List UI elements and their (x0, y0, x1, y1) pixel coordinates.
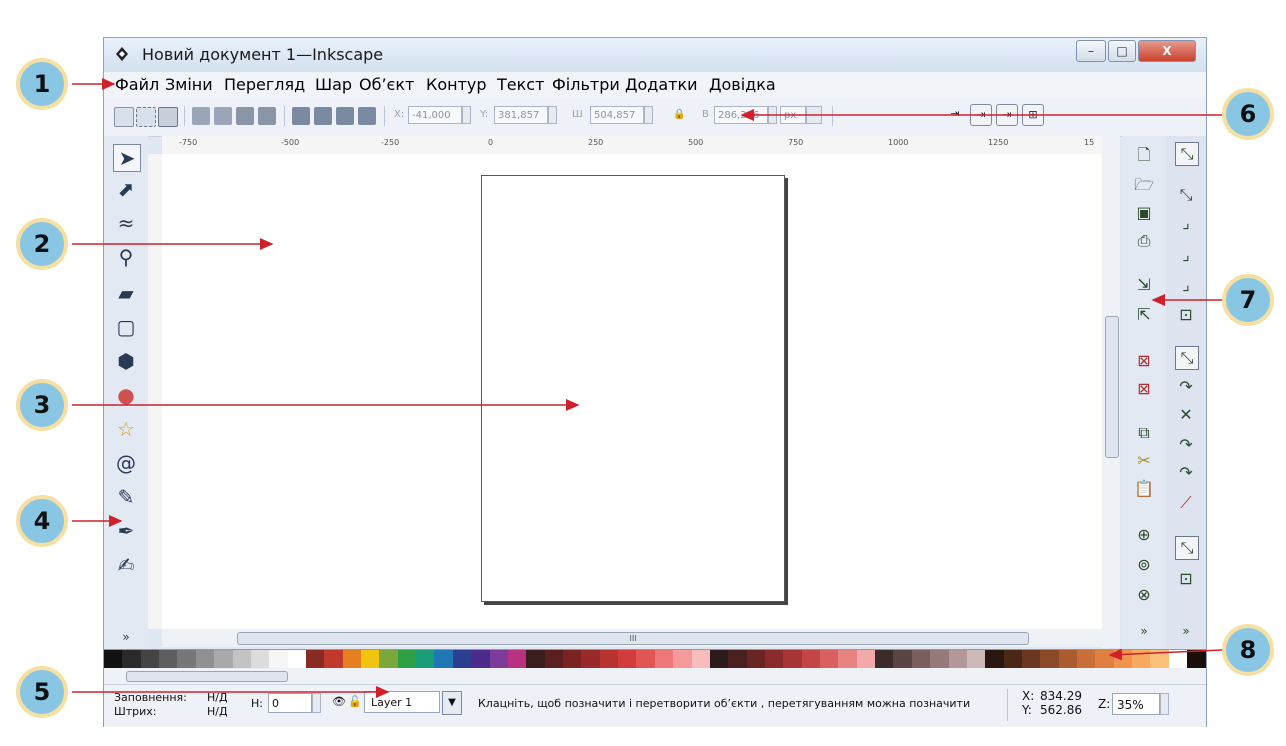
callout-5: 5 (16, 666, 68, 718)
callout-7: 7 (1222, 274, 1274, 326)
callout-6: 6 (1222, 88, 1274, 140)
callout-8: 8 (1222, 624, 1274, 676)
annotation-arrows (72, 78, 1223, 698)
callout-4: 4 (16, 495, 68, 547)
callout-3: 3 (16, 379, 68, 431)
callout-1: 1 (16, 58, 68, 110)
callout-2: 2 (16, 218, 68, 270)
arrow-8 (1108, 648, 1223, 661)
